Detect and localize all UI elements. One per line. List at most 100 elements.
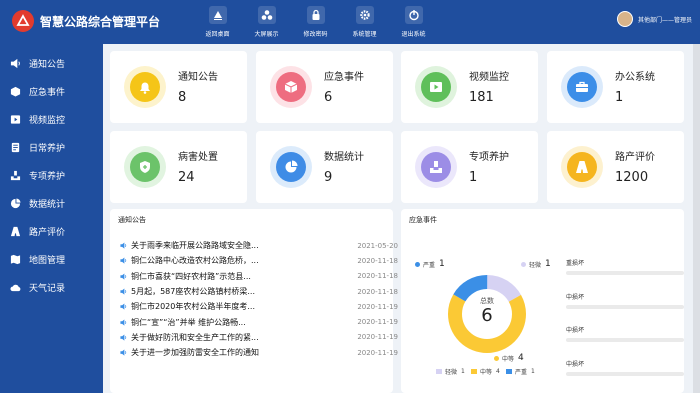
damage-label: 中损坏 xyxy=(566,294,585,301)
user-menu[interactable]: 其他部门——管理员 xyxy=(616,11,692,27)
speaker-icon xyxy=(120,334,127,341)
card-emergency[interactable]: 应急事件 6 xyxy=(256,51,393,123)
lock-icon xyxy=(306,6,325,24)
callout-label: 中等 xyxy=(502,355,515,363)
sidebar-item-emergency[interactable]: 应急事件 xyxy=(0,77,103,105)
card-value: 1200 xyxy=(615,170,649,185)
list-item[interactable]: 关于雨季来临开展公路路域安全隐... 2021-05-20 xyxy=(120,238,398,253)
card-title: 数据统计 xyxy=(324,152,364,163)
moderate-dot xyxy=(494,355,499,361)
notice-title: 铜仁市2020年农村公路半年度考... xyxy=(131,302,255,312)
card-video[interactable]: 视频监控 181 xyxy=(401,51,538,123)
callout-label: 严重 xyxy=(423,261,436,269)
minor-dot xyxy=(521,261,526,267)
legend-item-moderate[interactable]: 中等 4 xyxy=(471,367,500,376)
sidebar-item-label: 地图管理 xyxy=(29,255,66,266)
sidebar-item-statistics[interactable]: 数据统计 xyxy=(0,189,103,217)
callout-value: 1 xyxy=(439,259,445,269)
speaker-icon xyxy=(120,242,127,249)
legend-item-minor[interactable]: 轻微 1 xyxy=(436,367,465,376)
sidebar-item-label: 天气记录 xyxy=(29,283,66,294)
damage-label: 中损坏 xyxy=(566,361,585,368)
list-item[interactable]: 5月起，587座农村公路镇村桥梁... 2020-11-18 xyxy=(120,284,398,299)
notice-date: 2020-11-18 xyxy=(357,256,398,265)
notice-title: 铜仁市喜获“四好农村路”示范县... xyxy=(131,271,251,281)
nav-label: 系统管理 xyxy=(352,31,377,38)
nav-label: 大屏展示 xyxy=(254,31,279,38)
card-notice[interactable]: 通知公告 8 xyxy=(110,51,247,123)
donut-center-value: 6 xyxy=(481,305,493,326)
card-icon-bg xyxy=(561,146,603,188)
damage-label: 重损坏 xyxy=(566,260,585,267)
card-disease[interactable]: 病害处置 24 xyxy=(110,131,247,203)
callout-value: 4 xyxy=(518,353,524,363)
avatar xyxy=(616,11,633,27)
document-icon xyxy=(9,141,21,153)
notice-date: 2020-11-19 xyxy=(357,333,398,342)
card-icon-bg xyxy=(270,146,312,188)
legend-value: 1 xyxy=(461,368,465,375)
damage-bar xyxy=(566,338,684,342)
card-value: 24 xyxy=(178,170,195,185)
damage-bar xyxy=(566,305,684,309)
nav-change-password[interactable]: 修改密码 xyxy=(291,0,340,44)
card-value: 181 xyxy=(469,90,494,105)
legend-swatch xyxy=(436,369,442,374)
card-title: 办公系统 xyxy=(615,72,655,83)
callout-minor: 轻微 1 xyxy=(521,259,551,269)
card-title: 路产评价 xyxy=(615,152,655,163)
panel-title: 通知公告 xyxy=(118,216,146,224)
sidebar-item-map[interactable]: 地图管理 xyxy=(0,245,103,273)
card-icon-bg xyxy=(270,66,312,108)
list-item[interactable]: 铜仁市2020年农村公路半年度考... 2020-11-19 xyxy=(120,299,398,314)
card-value: 8 xyxy=(178,90,187,105)
card-icon-bg xyxy=(561,66,603,108)
pie-icon xyxy=(276,152,306,182)
list-item[interactable]: 铜仁“宣”“治”并举 维护公路畅... 2020-11-19 xyxy=(120,314,398,329)
card-title: 病害处置 xyxy=(178,152,218,163)
nav-return-desktop[interactable]: 返回桌面 xyxy=(193,0,242,44)
top-header: 智慧公路综合管理平台 返回桌面 大屏展示 修改密码 系统管理 退出系统 其他部门… xyxy=(0,0,700,44)
sidebar-item-label: 应急事件 xyxy=(29,87,66,98)
desktop-icon xyxy=(208,6,227,24)
tray-icon xyxy=(421,152,451,182)
bell-icon xyxy=(130,72,160,102)
list-item[interactable]: 铜仁公路中心改造农村公路危桥，... 2020-11-18 xyxy=(120,253,398,268)
pie-icon xyxy=(9,197,21,209)
damage-bar xyxy=(566,372,684,376)
box-icon xyxy=(276,72,306,102)
list-item[interactable]: 铜仁市喜获“四好农村路”示范县... 2020-11-18 xyxy=(120,269,398,284)
sidebar-item-notice[interactable]: 通知公告 xyxy=(0,49,103,77)
sidebar-item-label: 数据统计 xyxy=(29,199,66,210)
legend-swatch xyxy=(506,369,512,374)
sidebar-item-daily-maintenance[interactable]: 日常养护 xyxy=(0,133,103,161)
scrollbar[interactable] xyxy=(693,44,700,393)
card-value: 1 xyxy=(615,90,624,105)
nav-system-management[interactable]: 系统管理 xyxy=(340,0,389,44)
speaker-icon xyxy=(120,288,127,295)
sidebar-item-road-evaluation[interactable]: 路产评价 xyxy=(0,217,103,245)
sidebar-item-weather[interactable]: 天气记录 xyxy=(0,273,103,301)
sidebar-item-video[interactable]: 视频监控 xyxy=(0,105,103,133)
sidebar-item-label: 专项养护 xyxy=(29,171,66,182)
card-value: 9 xyxy=(324,170,333,185)
notice-title: 关于雨季来临开展公路路域安全隐... xyxy=(131,241,259,251)
callout-value: 1 xyxy=(545,259,551,269)
list-item[interactable]: 关于进一步加强防雷安全工作的通知 2020-11-19 xyxy=(120,345,398,360)
nav-logout[interactable]: 退出系统 xyxy=(389,0,438,44)
notice-title: 关于做好防汛和安全生产工作的紧... xyxy=(131,332,259,342)
sidebar-item-special-maintenance[interactable]: 专项养护 xyxy=(0,161,103,189)
legend-item-severe[interactable]: 严重 1 xyxy=(506,367,535,376)
card-statistics[interactable]: 数据统计 9 xyxy=(256,131,393,203)
card-office[interactable]: 办公系统 1 xyxy=(547,51,684,123)
card-road-evaluation[interactable]: 路产评价 1200 xyxy=(547,131,684,203)
sidebar: 通知公告 应急事件 视频监控 日常养护 专项养护 数据统计 路产评价 地图管理 … xyxy=(0,44,103,393)
briefcase-icon xyxy=(567,72,597,102)
card-special-maintenance[interactable]: 专项养护 1 xyxy=(401,131,538,203)
nav-big-screen[interactable]: 大屏展示 xyxy=(242,0,291,44)
card-title: 视频监控 xyxy=(469,72,509,83)
callout-label: 轻微 xyxy=(529,261,542,269)
speaker-icon xyxy=(120,319,127,326)
list-item[interactable]: 关于做好防汛和安全生产工作的紧... 2020-11-19 xyxy=(120,330,398,345)
video-icon xyxy=(9,113,21,125)
